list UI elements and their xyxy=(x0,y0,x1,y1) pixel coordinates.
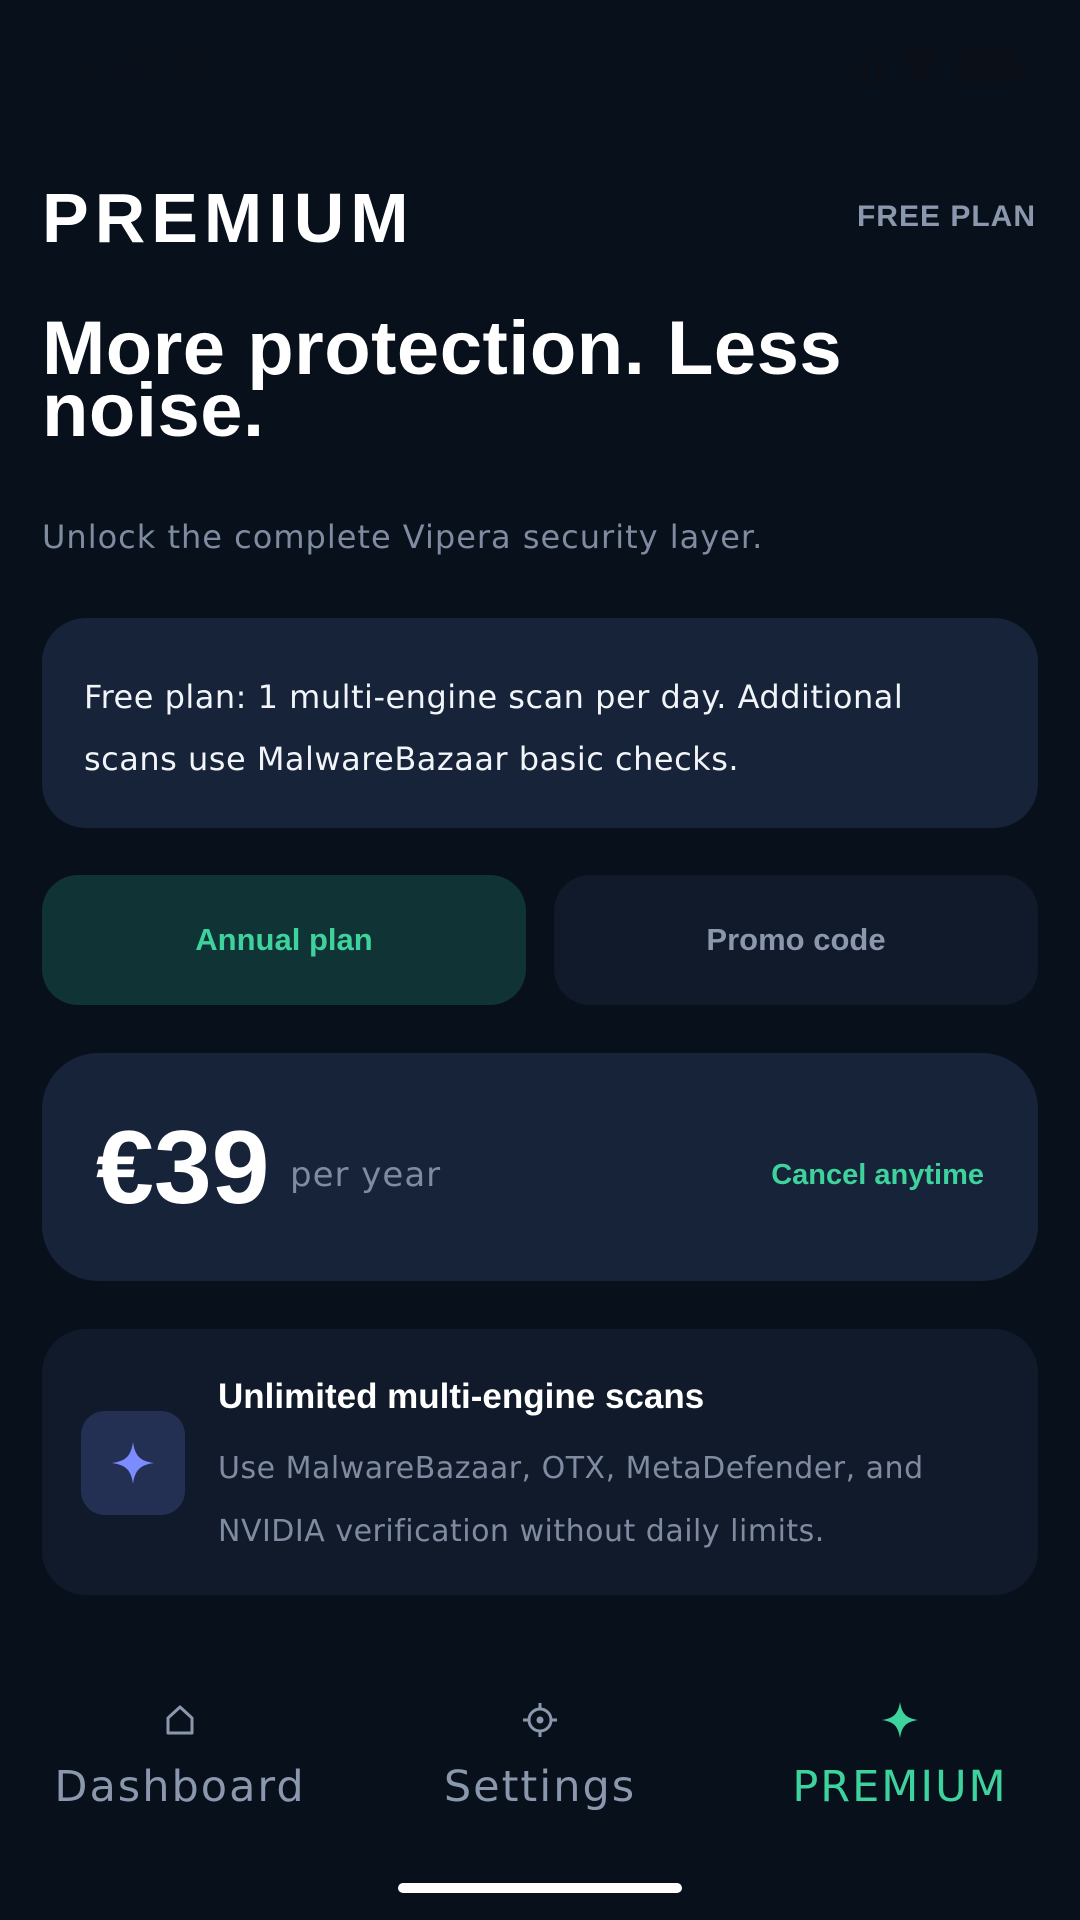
page-title: PREMIUM xyxy=(42,179,415,257)
price-period: per year xyxy=(290,1155,442,1195)
home-indicator[interactable] xyxy=(398,1883,682,1893)
battery-icon xyxy=(956,50,1028,84)
free-plan-info-card: Free plan: 1 multi-engine scan per day. … xyxy=(42,618,1038,828)
bottom-navigation: Dashboard Settings PREMIUM xyxy=(0,1690,1080,1830)
free-plan-info-text: Free plan: 1 multi-engine scan per day. … xyxy=(84,678,904,778)
hero-headline: More protection. Less noise. xyxy=(42,306,843,453)
shield-icon xyxy=(170,46,202,86)
feature-description: Use MalwareBazaar, OTX, MetaDefender, an… xyxy=(218,1451,924,1549)
status-bar: 1:09 xyxy=(0,0,1080,134)
sparkle-icon xyxy=(882,1702,918,1738)
promo-code-button[interactable]: Promo code xyxy=(554,875,1038,1005)
nav-item-premium[interactable]: PREMIUM xyxy=(720,1690,1080,1830)
hero-subhead: Unlock the complete Vipera security laye… xyxy=(42,518,764,556)
annual-plan-button[interactable]: Annual plan xyxy=(42,875,526,1005)
home-icon xyxy=(166,1705,194,1735)
nav-label-premium: PREMIUM xyxy=(792,1762,1008,1812)
feature-title: Unlimited multi-engine scans xyxy=(218,1377,705,1416)
cancel-anytime-note: Cancel anytime xyxy=(771,1159,984,1191)
price-amount: €39 xyxy=(96,1110,270,1226)
status-time: 1:09 xyxy=(74,44,164,88)
nav-item-settings[interactable]: Settings xyxy=(360,1690,720,1830)
current-plan-badge: FREE PLAN xyxy=(856,200,1036,233)
gear-icon xyxy=(523,1703,557,1737)
sparkle-icon xyxy=(112,1442,154,1484)
nav-item-dashboard[interactable]: Dashboard xyxy=(0,1690,360,1830)
premium-screen: 1:09 PREMIUM FREE PLAN More protection. … xyxy=(0,0,1080,1920)
wifi-icon xyxy=(898,49,942,84)
feature-card: Unlimited multi-engine scans Use Malware… xyxy=(42,1329,1038,1595)
nav-label-settings: Settings xyxy=(443,1762,637,1812)
feature-icon-container xyxy=(81,1411,185,1515)
signal-icon xyxy=(836,50,883,86)
nav-label-dashboard: Dashboard xyxy=(54,1762,306,1812)
price-card: €39 per year Cancel anytime xyxy=(42,1053,1038,1281)
